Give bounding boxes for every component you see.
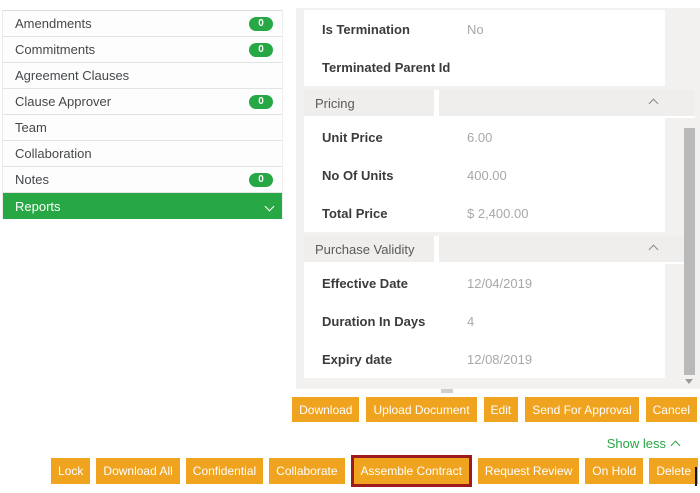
field-label: Is Termination <box>322 22 467 37</box>
field-row: Duration In Days 4 <box>304 302 665 340</box>
field-value: 400.00 <box>467 168 507 183</box>
field-row: Total Price $ 2,400.00 <box>304 194 665 232</box>
vertical-scrollbar-thumb[interactable] <box>684 128 695 375</box>
field-row: Expiry date 12/08/2019 <box>304 340 665 378</box>
field-group-pricing: Unit Price 6.00 No Of Units 400.00 Total… <box>304 118 665 232</box>
section-title: Purchase Validity <box>304 236 434 262</box>
chevron-down-icon <box>265 201 275 211</box>
primary-actions: Download Upload Document Edit Send For A… <box>292 397 697 422</box>
sidebar-item-label: Team <box>15 120 47 135</box>
sidebar: Amendments 0 Commitments 0 Agreement Cla… <box>2 10 283 219</box>
field-label: Total Price <box>322 206 467 221</box>
field-value: 4 <box>467 314 474 329</box>
section-header-purchase-validity: Purchase Validity <box>304 236 695 264</box>
sidebar-item-amendments[interactable]: Amendments 0 <box>3 11 282 37</box>
sidebar-item-notes[interactable]: Notes 0 <box>3 167 282 193</box>
field-value: 12/04/2019 <box>467 276 532 291</box>
detail-panel: Is Termination No Terminated Parent Id P… <box>296 8 700 389</box>
show-less-label: Show less <box>607 436 666 451</box>
sidebar-item-label: Amendments <box>15 16 92 31</box>
collaborate-button[interactable]: Collaborate <box>269 458 344 484</box>
section-collapse[interactable] <box>439 236 695 262</box>
field-label: Expiry date <box>322 352 467 367</box>
section-header-pricing: Pricing <box>304 90 695 118</box>
field-value: $ 2,400.00 <box>467 206 528 221</box>
chevron-up-icon <box>671 440 681 450</box>
field-row: Is Termination No <box>304 10 665 48</box>
field-group-purchase-validity: Effective Date 12/04/2019 Duration In Da… <box>304 264 665 378</box>
field-value: 12/08/2019 <box>467 352 532 367</box>
secondary-actions: Lock Download All Confidential Collabora… <box>51 455 698 487</box>
field-value: No <box>467 22 484 37</box>
field-label: No Of Units <box>322 168 467 183</box>
sidebar-item-label: Agreement Clauses <box>15 68 129 83</box>
sidebar-item-label: Clause Approver <box>15 94 111 109</box>
field-row: Effective Date 12/04/2019 <box>304 264 665 302</box>
sidebar-item-label: Reports <box>15 199 61 214</box>
cancel-button[interactable]: Cancel <box>646 397 697 422</box>
sidebar-item-collaboration[interactable]: Collaboration <box>3 141 282 167</box>
count-badge: 0 <box>249 173 273 187</box>
field-row: Terminated Parent Id <box>304 48 665 86</box>
collapse-icon <box>649 98 659 108</box>
sidebar-item-agreement-clauses[interactable]: Agreement Clauses <box>3 63 282 89</box>
sidebar-item-label: Collaboration <box>15 146 92 161</box>
field-row: No Of Units 400.00 <box>304 156 665 194</box>
text-cursor <box>695 467 697 486</box>
sidebar-item-label: Commitments <box>15 42 95 57</box>
show-less-link[interactable]: Show less <box>607 436 679 451</box>
field-label: Unit Price <box>322 130 467 145</box>
field-row: Unit Price 6.00 <box>304 118 665 156</box>
field-label: Effective Date <box>322 276 467 291</box>
field-label: Duration In Days <box>322 314 467 329</box>
upload-document-button[interactable]: Upload Document <box>366 397 476 422</box>
sidebar-item-clause-approver[interactable]: Clause Approver 0 <box>3 89 282 115</box>
sidebar-item-reports[interactable]: Reports <box>3 193 282 219</box>
download-all-button[interactable]: Download All <box>96 458 179 484</box>
scroll-down-arrow-icon[interactable] <box>685 379 693 384</box>
count-badge: 0 <box>249 95 273 109</box>
delete-button[interactable]: Delete <box>649 458 698 484</box>
count-badge: 0 <box>249 17 273 31</box>
lock-button[interactable]: Lock <box>51 458 90 484</box>
detail-content: Is Termination No Terminated Parent Id P… <box>304 10 695 378</box>
horizontal-scrollbar-thumb[interactable] <box>441 389 453 393</box>
on-hold-button[interactable]: On Hold <box>585 458 643 484</box>
request-review-button[interactable]: Request Review <box>478 458 579 484</box>
sidebar-item-commitments[interactable]: Commitments 0 <box>3 37 282 63</box>
highlight-box: Assemble Contract <box>351 455 472 487</box>
field-label: Terminated Parent Id <box>322 60 467 75</box>
count-badge: 0 <box>249 43 273 57</box>
assemble-contract-button[interactable]: Assemble Contract <box>354 458 469 484</box>
download-button[interactable]: Download <box>292 397 359 422</box>
field-group-general: Is Termination No Terminated Parent Id <box>304 10 665 86</box>
field-value: 6.00 <box>467 130 492 145</box>
edit-button[interactable]: Edit <box>484 397 519 422</box>
confidential-button[interactable]: Confidential <box>186 458 263 484</box>
sidebar-item-label: Notes <box>15 172 49 187</box>
sidebar-item-team[interactable]: Team <box>3 115 282 141</box>
send-for-approval-button[interactable]: Send For Approval <box>525 397 638 422</box>
section-collapse[interactable] <box>439 90 695 116</box>
collapse-icon <box>649 244 659 254</box>
section-title: Pricing <box>304 90 434 116</box>
